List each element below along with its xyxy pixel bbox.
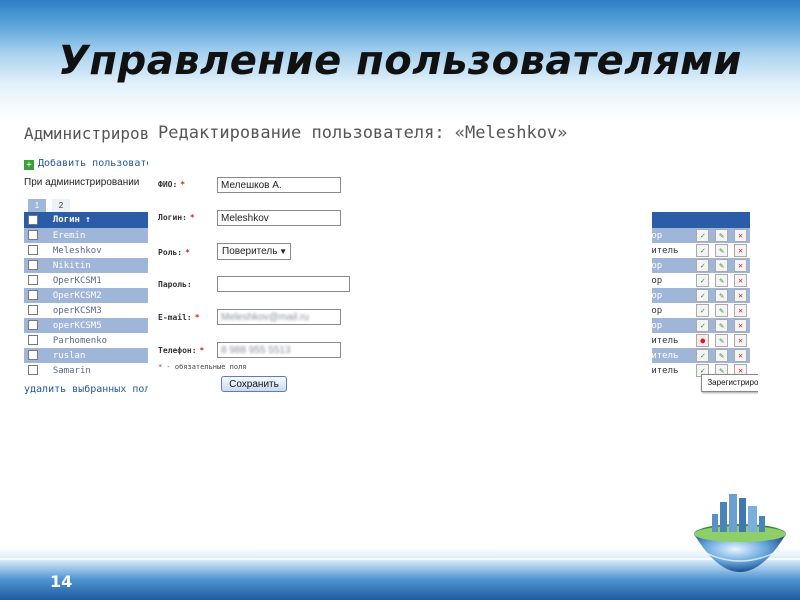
phone-label: Телефон: * — [158, 346, 205, 355]
email-value: Meleshkov@mail.ru — [221, 312, 309, 323]
delete-icon[interactable]: ✕ — [734, 244, 748, 257]
login-column-header[interactable]: Логин ↑ — [42, 212, 159, 228]
row-login[interactable]: operKCSM5 — [42, 318, 159, 333]
delete-icon[interactable]: ✕ — [734, 334, 748, 347]
row-checkbox[interactable] — [24, 303, 43, 318]
row-role: ор — [651, 318, 694, 333]
password-label: Пароль: — [158, 280, 192, 289]
delete-icon[interactable]: ✕ — [734, 289, 748, 302]
app-screenshot: Администрирование + Добавить пользователя… — [20, 120, 758, 400]
add-user-label: Добавить пользователя — [38, 158, 165, 169]
slide-bottom-band — [0, 548, 800, 600]
row-checkbox[interactable] — [24, 273, 43, 288]
row-role: ор — [651, 288, 694, 303]
delete-icon[interactable]: ✕ — [734, 319, 748, 332]
delete-icon[interactable]: ✕ — [734, 229, 748, 242]
page-1-button[interactable]: 1 — [28, 199, 46, 213]
required-note: * - обязательные поля — [158, 363, 247, 371]
row-role: ор — [651, 228, 694, 243]
globe-city-illustration — [694, 494, 786, 572]
row-login[interactable]: Parhomenko — [42, 333, 159, 348]
fio-label: ФИО: * — [158, 180, 186, 189]
delete-icon[interactable]: ✕ — [734, 259, 748, 272]
row-login[interactable]: OperKCSM1 — [42, 273, 159, 288]
approve-icon[interactable]: ✓ — [696, 244, 710, 257]
row-checkbox[interactable] — [24, 348, 43, 363]
edit-icon[interactable]: ✎ — [715, 319, 729, 332]
register-tooltip: Зарегистрировать — [701, 374, 758, 392]
row-login[interactable]: OperKCSM2 — [42, 288, 159, 303]
row-role: ор — [651, 273, 694, 288]
row-checkbox[interactable] — [24, 288, 43, 303]
role-label: Роль: * — [158, 248, 190, 257]
pagination: 12 — [28, 193, 76, 213]
approve-icon[interactable]: ✓ — [696, 274, 710, 287]
row-checkbox[interactable] — [24, 363, 43, 378]
row-login[interactable]: Nikitin — [42, 258, 159, 273]
row-checkbox[interactable] — [24, 228, 43, 243]
dialog-title: Редактирование пользователя: «Meleshkov» — [158, 123, 568, 143]
approve-icon[interactable]: ✓ — [696, 319, 710, 332]
edit-user-dialog: Редактирование пользователя: «Meleshkov»… — [148, 120, 652, 400]
edit-icon[interactable]: ✎ — [715, 304, 729, 317]
row-checkbox[interactable] — [24, 258, 43, 273]
row-login[interactable]: Eremin — [42, 228, 159, 243]
approve-icon[interactable]: ✓ — [696, 259, 710, 272]
row-role: итель — [651, 363, 694, 378]
save-button[interactable]: Сохранить — [221, 376, 287, 392]
edit-icon[interactable]: ✎ — [715, 289, 729, 302]
select-all-checkbox[interactable] — [24, 212, 43, 228]
delete-selected-link[interactable]: удалить выбранных поль — [24, 384, 156, 395]
edit-icon[interactable]: ✎ — [715, 334, 729, 347]
slide-title: Управление пользователями — [58, 38, 742, 84]
delete-icon[interactable]: ✕ — [734, 274, 748, 287]
email-field[interactable]: Meleshkov@mail.ru — [217, 309, 341, 325]
edit-icon[interactable]: ✎ — [715, 274, 729, 287]
login-label: Логин: * — [158, 213, 195, 222]
phone-field[interactable]: 8 988 955 5513 — [217, 342, 341, 358]
add-user-link[interactable]: + Добавить пользователя — [24, 158, 164, 170]
row-checkbox[interactable] — [24, 318, 43, 333]
add-icon: + — [24, 160, 34, 170]
approve-icon[interactable]: ✓ — [696, 349, 710, 362]
row-checkbox[interactable] — [24, 243, 43, 258]
phone-value: 8 988 955 5513 — [221, 345, 291, 356]
slide-wave-line — [0, 558, 800, 560]
register-icon[interactable]: ● — [696, 334, 710, 347]
role-select[interactable]: Поверитель ▼ — [217, 243, 291, 260]
row-login[interactable]: operKCSM3 — [42, 303, 159, 318]
approve-icon[interactable]: ✓ — [696, 304, 710, 317]
row-login[interactable]: Samarin — [42, 363, 159, 378]
edit-icon[interactable]: ✎ — [715, 349, 729, 362]
edit-icon[interactable]: ✎ — [715, 244, 729, 257]
page-2-button[interactable]: 2 — [52, 199, 70, 213]
row-role: итель — [651, 243, 694, 258]
row-login[interactable]: Meleshkov — [42, 243, 159, 258]
password-field[interactable] — [217, 276, 350, 292]
row-role: ор — [651, 303, 694, 318]
row-role: итель — [651, 348, 694, 363]
row-role: итель — [651, 333, 694, 348]
dropdown-arrow-icon: ▼ — [279, 247, 287, 256]
approve-icon[interactable]: ✓ — [696, 229, 710, 242]
admin-note: При администрировании — [24, 177, 140, 188]
login-field[interactable]: Meleshkov — [217, 210, 341, 226]
email-label: E-mail: * — [158, 313, 200, 322]
delete-icon[interactable]: ✕ — [734, 349, 748, 362]
row-role: ор — [651, 258, 694, 273]
slide-number: 14 — [50, 572, 73, 591]
edit-icon[interactable]: ✎ — [715, 229, 729, 242]
approve-icon[interactable]: ✓ — [696, 289, 710, 302]
edit-icon[interactable]: ✎ — [715, 259, 729, 272]
row-checkbox[interactable] — [24, 333, 43, 348]
delete-icon[interactable]: ✕ — [734, 304, 748, 317]
fio-field[interactable]: Мелешков А. — [217, 177, 341, 193]
row-login[interactable]: ruslan — [42, 348, 159, 363]
